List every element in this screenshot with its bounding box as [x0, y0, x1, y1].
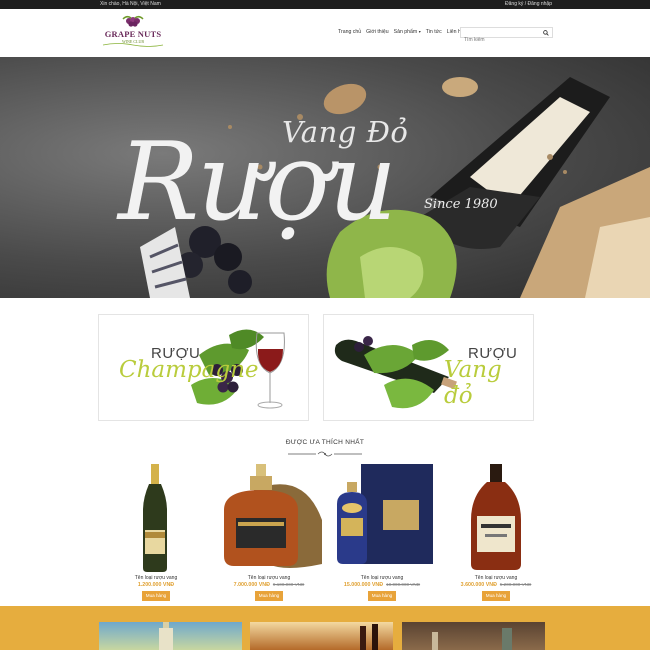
- grapes-icon: [122, 15, 144, 27]
- hero-title-vang-do: Vang Đỏ: [282, 115, 409, 149]
- hero-banner: Rượu Vang Đỏ Since 1980: [0, 57, 650, 298]
- search-icon[interactable]: [543, 30, 549, 36]
- product-name[interactable]: Tên loại rượu vang: [441, 575, 551, 581]
- buy-button[interactable]: Mua hàng: [482, 591, 510, 601]
- product-price: 3.600.000 VNĐ 5.200.000 VNĐ: [441, 582, 551, 588]
- section-divider: [288, 451, 362, 457]
- product-image[interactable]: [101, 460, 211, 574]
- search-box: [460, 27, 553, 45]
- product-price-current: 15.000.000 VNĐ: [343, 582, 384, 588]
- product-price: 1.200.000 VNĐ: [101, 582, 211, 588]
- sunset-bottles-image: [360, 624, 378, 650]
- news-thumbnail[interactable]: [402, 622, 545, 650]
- product-name[interactable]: Tên loại rượu vang: [101, 575, 211, 581]
- red-wine-banner-script: Vang đỏ: [444, 357, 502, 409]
- logo-brand: GRAPE NUTS: [104, 29, 162, 39]
- vineyard-image: [159, 622, 173, 650]
- auth-link[interactable]: Đăng ký / Đăng nhập: [505, 1, 552, 7]
- nav-item-products-label: Sản phẩm: [393, 29, 418, 35]
- champagne-banner[interactable]: RƯỢU Champagne: [98, 314, 309, 421]
- champagne-banner-script: Champagne: [119, 357, 259, 383]
- product-price-old: 5.200.000 VNĐ: [499, 582, 532, 587]
- section-title: ĐƯỢC ƯA THÍCH NHẤT: [285, 439, 365, 446]
- logo[interactable]: GRAPE NUTS WINE CLUB: [99, 15, 167, 51]
- logo-swirl: [102, 43, 164, 47]
- site-header: GRAPE NUTS WINE CLUB Trang chủ Giới thiệ…: [0, 9, 650, 57]
- product-name[interactable]: Tên loại rượu vang: [214, 575, 324, 581]
- product-image[interactable]: [214, 460, 324, 574]
- news-thumbnail[interactable]: [99, 622, 242, 650]
- top-bar: Xin chào, Hà Nội, Việt Nam Đăng ký / Đăn…: [0, 0, 650, 9]
- main-nav: Trang chủ Giới thiệu Sản phẩm ▾ Tin tức …: [338, 29, 464, 35]
- product-price-current: 1.200.000 VNĐ: [137, 582, 175, 588]
- news-thumbnail[interactable]: [250, 622, 393, 650]
- buy-button[interactable]: Mua hàng: [368, 591, 396, 601]
- product-card[interactable]: Tên loại rượu vang 1.200.000 VNĐ Mua hàn…: [101, 458, 211, 608]
- product-price-old: 9.100.000 VNĐ: [272, 582, 305, 587]
- chevron-down-icon: ▾: [418, 29, 421, 34]
- product-image[interactable]: [441, 460, 551, 574]
- product-card[interactable]: Tên loại rượu vang 3.600.000 VNĐ 5.200.00…: [441, 458, 551, 608]
- search-input[interactable]: [461, 35, 541, 45]
- buy-button[interactable]: Mua hàng: [255, 591, 283, 601]
- nav-item-news[interactable]: Tin tức: [426, 29, 442, 35]
- product-image[interactable]: [327, 460, 437, 574]
- product-price: 7.000.000 VNĐ 9.100.000 VNĐ: [214, 582, 324, 588]
- red-wine-banner[interactable]: RƯỢU Vang đỏ: [323, 314, 534, 421]
- product-price-current: 7.000.000 VNĐ: [233, 582, 270, 588]
- product-price-current: 3.600.000 VNĐ: [460, 582, 497, 588]
- hero-since: Since 1980: [424, 197, 498, 212]
- nav-item-about[interactable]: Giới thiệu: [366, 29, 388, 35]
- cellar-image: [432, 628, 512, 650]
- product-name[interactable]: Tên loại rượu vang: [327, 575, 437, 581]
- buy-button[interactable]: Mua hàng: [142, 591, 170, 601]
- product-price-old: 18.000.000 VNĐ: [386, 582, 421, 587]
- product-price: 15.000.000 VNĐ 18.000.000 VNĐ: [327, 582, 437, 588]
- nav-item-home[interactable]: Trang chủ: [338, 29, 361, 35]
- product-card[interactable]: Tên loại rượu vang 15.000.000 VNĐ 18.000.…: [327, 458, 437, 608]
- product-card[interactable]: Tên loại rượu vang 7.000.000 VNĐ 9.100.00…: [214, 458, 324, 608]
- greeting-text: Xin chào, Hà Nội, Việt Nam: [100, 1, 161, 7]
- nav-item-products[interactable]: Sản phẩm ▾: [394, 29, 421, 35]
